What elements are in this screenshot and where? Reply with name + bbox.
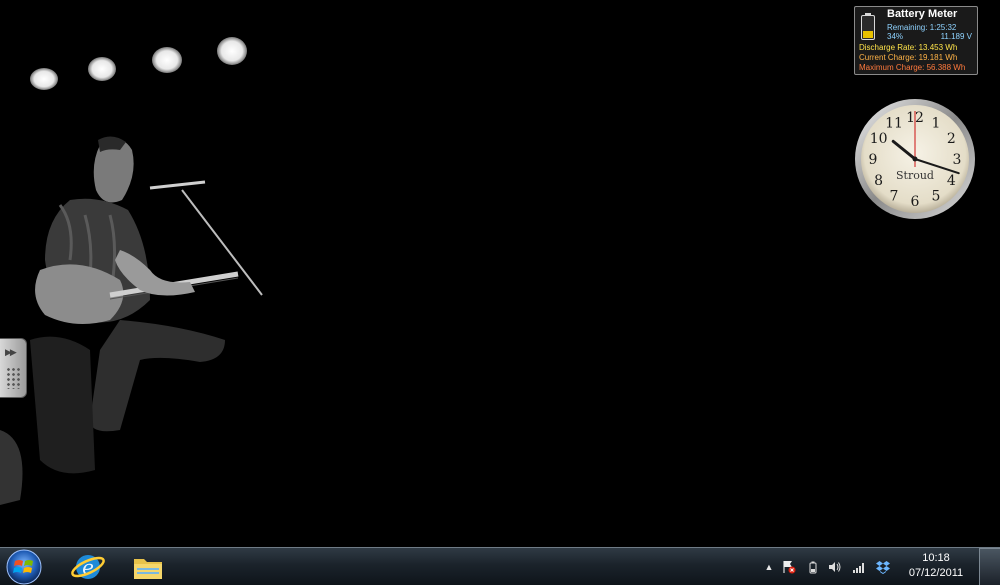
battery-maximum-charge: Maximum Charge: 56.388 Wh	[859, 63, 966, 72]
action-center-icon[interactable]	[782, 560, 796, 574]
battery-meter-gadget[interactable]: Battery Meter Remaining: 1:25:32 34% 11.…	[854, 6, 978, 75]
clock-numeral: 1	[932, 116, 941, 132]
show-desktop-button[interactable]	[979, 548, 1000, 585]
wallpaper-image	[0, 37, 263, 505]
taskbar: e ▲ 10:18 07/12/2011	[0, 547, 1000, 585]
clock-numeral: 3	[953, 152, 962, 168]
taskbar-clock[interactable]: 10:18 07/12/2011	[900, 551, 972, 583]
clock-gadget[interactable]: 12 1234567891011 Stroud	[853, 97, 977, 221]
power-icon[interactable]	[806, 560, 820, 574]
notification-area: ▲	[760, 548, 900, 585]
taskbar-date: 07/12/2011	[908, 567, 964, 579]
clock-numeral: 10	[870, 131, 888, 147]
taskbar-internet-explorer[interactable]: e	[60, 549, 116, 585]
clock-numeral: 7	[890, 188, 899, 204]
clock-numeral: 11	[885, 116, 903, 132]
clock-numeral: 9	[869, 152, 878, 168]
show-hidden-icons-button[interactable]: ▲	[762, 560, 776, 574]
clock-numeral: 2	[947, 131, 956, 147]
desktop[interactable]: ▶▶ Battery Meter Remaining: 1:25:32 34% …	[0, 0, 1000, 547]
clock-city-label: Stroud	[896, 169, 934, 182]
dropbox-icon[interactable]	[876, 560, 890, 574]
battery-title: Battery Meter	[887, 8, 958, 20]
clock-numeral: 6	[911, 194, 920, 210]
gadget-sidebar-handle[interactable]: ▶▶	[0, 338, 27, 398]
expand-arrows-icon: ▶▶	[5, 347, 17, 357]
folder-icon	[134, 559, 162, 579]
taskbar-windows-explorer[interactable]	[120, 549, 176, 585]
start-button[interactable]	[4, 549, 44, 585]
clock-numeral: 8	[874, 173, 883, 189]
taskbar-time: 10:18	[922, 552, 950, 564]
network-signal-icon[interactable]	[852, 560, 866, 574]
battery-discharge-rate: Discharge Rate: 13.453 Wh	[859, 43, 958, 52]
battery-percent: 34%	[887, 32, 904, 41]
battery-icon	[861, 13, 875, 40]
battery-current-charge: Current Charge: 19.181 Wh	[859, 53, 958, 62]
volume-icon[interactable]	[828, 560, 842, 574]
clock-numeral: 4	[947, 173, 956, 189]
clock-numeral: 5	[932, 188, 941, 204]
ie-icon: e	[71, 555, 105, 579]
grip-dots-icon	[6, 367, 20, 389]
battery-voltage: 11.189 V	[940, 32, 972, 41]
